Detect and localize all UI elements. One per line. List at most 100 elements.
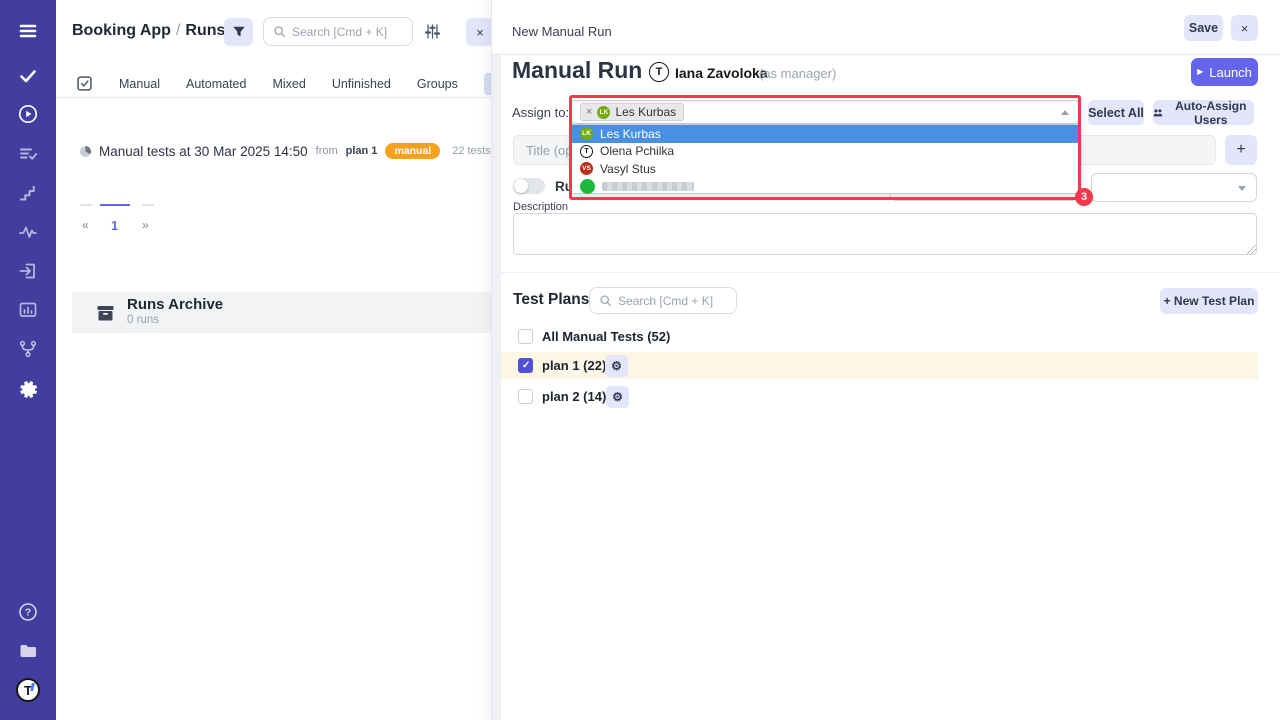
assignee-option[interactable]: VS Vasyl Stus [572,160,1078,178]
avatar [580,179,595,194]
pagination-tick [142,204,154,206]
svg-text:?: ? [25,607,31,619]
pagination-page-1[interactable]: 1 [111,218,118,233]
redacted-name [602,182,694,191]
pagination-active-indicator [100,204,130,206]
runs-archive-row[interactable]: Runs Archive 0 runs [72,292,500,333]
test-plan-row[interactable]: plan 2 (14) [501,383,1258,410]
import-icon[interactable] [0,258,56,284]
description-label: Description [513,201,568,213]
test-plan-row[interactable]: All Manual Tests (52) [501,324,1258,351]
pagination-tick [80,204,92,206]
run-toggle[interactable] [513,178,545,194]
assignee-name: Les Kurbas [600,127,661,141]
plan-checkbox[interactable] [518,389,533,404]
menu-icon[interactable] [0,18,56,44]
avatar: LK [597,106,610,119]
plan-checkbox[interactable] [518,329,533,344]
assignee-dropdown: LK Les Kurbas T Olena Pchilka VS Vasyl S… [571,124,1079,194]
chevron-up-icon [1061,110,1069,115]
milestones-stairs-icon[interactable] [0,180,56,206]
assignee-option[interactable] [572,178,1078,196]
auto-assign-label: Auto-Assign Users [1168,99,1254,127]
assignee-option[interactable]: LK Les Kurbas [572,125,1078,143]
help-icon[interactable]: ? [0,599,56,625]
run-from-label: from [316,145,338,157]
new-test-plan-button[interactable]: + New Test Plan [1160,288,1258,314]
annotation-step-badge: 3 [1075,188,1093,206]
save-button[interactable]: Save [1184,15,1223,41]
settings-gear-icon[interactable] [0,376,56,402]
avatar: T [580,145,593,158]
section-divider [501,272,1280,273]
projects-folder-icon[interactable] [0,638,56,664]
page-title: Manual Run [512,57,642,84]
plan-checkbox-checked[interactable] [518,358,533,373]
view-options-icon[interactable] [424,23,441,45]
tab-unfinished[interactable]: Unfinished [332,77,391,91]
add-title-button[interactable]: + [1225,135,1257,165]
run-status-icon [80,146,91,157]
remove-chip-icon[interactable]: × [586,107,592,118]
runs-tabs: Manual Automated Mixed Unfinished Groups… [76,70,558,97]
tab-automated[interactable]: Automated [186,77,246,91]
test-plans-list-icon[interactable] [0,141,56,167]
run-list-item[interactable]: Manual tests at 30 Mar 2025 14:50 from p… [80,143,491,159]
auto-assign-button[interactable]: Auto-Assign Users [1153,100,1254,125]
plan-settings-gear-icon[interactable] [606,386,629,408]
assignee-name: Olena Pchilka [600,144,674,158]
funnel-icon [232,25,246,39]
pagination-prev[interactable]: « [82,218,89,232]
panel-scrollbar-gutter [492,55,501,720]
breadcrumb-page: Runs [185,22,225,39]
test-plans-search-input[interactable] [618,294,736,308]
tab-groups[interactable]: Groups [417,77,458,91]
breadcrumb: Booking App/Runs [72,22,225,40]
runs-play-icon[interactable] [0,101,56,127]
avatar: VS [580,162,593,175]
filter-button[interactable] [224,18,253,46]
close-icon: × [476,25,484,40]
assignee-multiselect[interactable]: × LK Les Kurbas [571,100,1079,124]
pulse-activity-icon[interactable] [0,219,56,245]
plan-settings-gear-icon[interactable] [605,355,628,377]
environment-select[interactable] [1091,173,1257,202]
plan-label[interactable]: All Manual Tests (52) [542,329,670,344]
tab-manual[interactable]: Manual [119,77,160,91]
launch-button[interactable]: ▶ Launch [1191,58,1258,86]
description-textarea[interactable] [513,213,1257,255]
run-type-badge: manual [385,143,440,159]
runs-search-input[interactable] [292,25,412,39]
assignee-name: Vasyl Stus [600,162,656,176]
select-all-button[interactable]: Select All [1088,100,1144,125]
launch-label: Launch [1209,65,1252,80]
resize-grip[interactable] [1247,245,1256,254]
avatar: LK [580,127,593,140]
test-plan-row[interactable]: plan 1 (22) [501,352,1258,379]
plan-label[interactable]: plan 1 (22) [542,358,606,373]
assignee-option[interactable]: T Olena Pchilka [572,143,1078,161]
chevron-down-icon [1238,186,1246,191]
tests-check-icon[interactable] [0,63,56,89]
run-plan-name[interactable]: plan 1 [346,145,378,157]
tab-mixed[interactable]: Mixed [272,77,305,91]
archive-box-icon [96,304,115,322]
runs-search [263,17,413,46]
close-panel-button[interactable]: × [466,18,494,46]
breadcrumb-project[interactable]: Booking App [72,22,171,39]
branches-icon[interactable] [0,336,56,362]
panel-close-button[interactable]: × [1231,15,1258,41]
plan-label[interactable]: plan 2 (14) [542,389,606,404]
app-logo[interactable]: T [0,677,56,703]
users-icon [1153,107,1163,119]
app-root: ? T Booking App/Runs × Manual Aut [0,0,1280,720]
selected-assignee-chip[interactable]: × LK Les Kurbas [580,103,684,121]
run-title[interactable]: Manual tests at 30 Mar 2025 14:50 [99,144,308,159]
search-icon [599,294,612,307]
reports-chart-icon[interactable] [0,297,56,323]
archive-title: Runs Archive [127,297,223,314]
run-tests-count: 22 tests [452,145,491,157]
runs-list-panel: Booking App/Runs × Manual Automated Mixe… [56,0,500,720]
pagination-next[interactable]: » [142,218,149,232]
select-all-checkbox-icon[interactable] [76,75,93,92]
